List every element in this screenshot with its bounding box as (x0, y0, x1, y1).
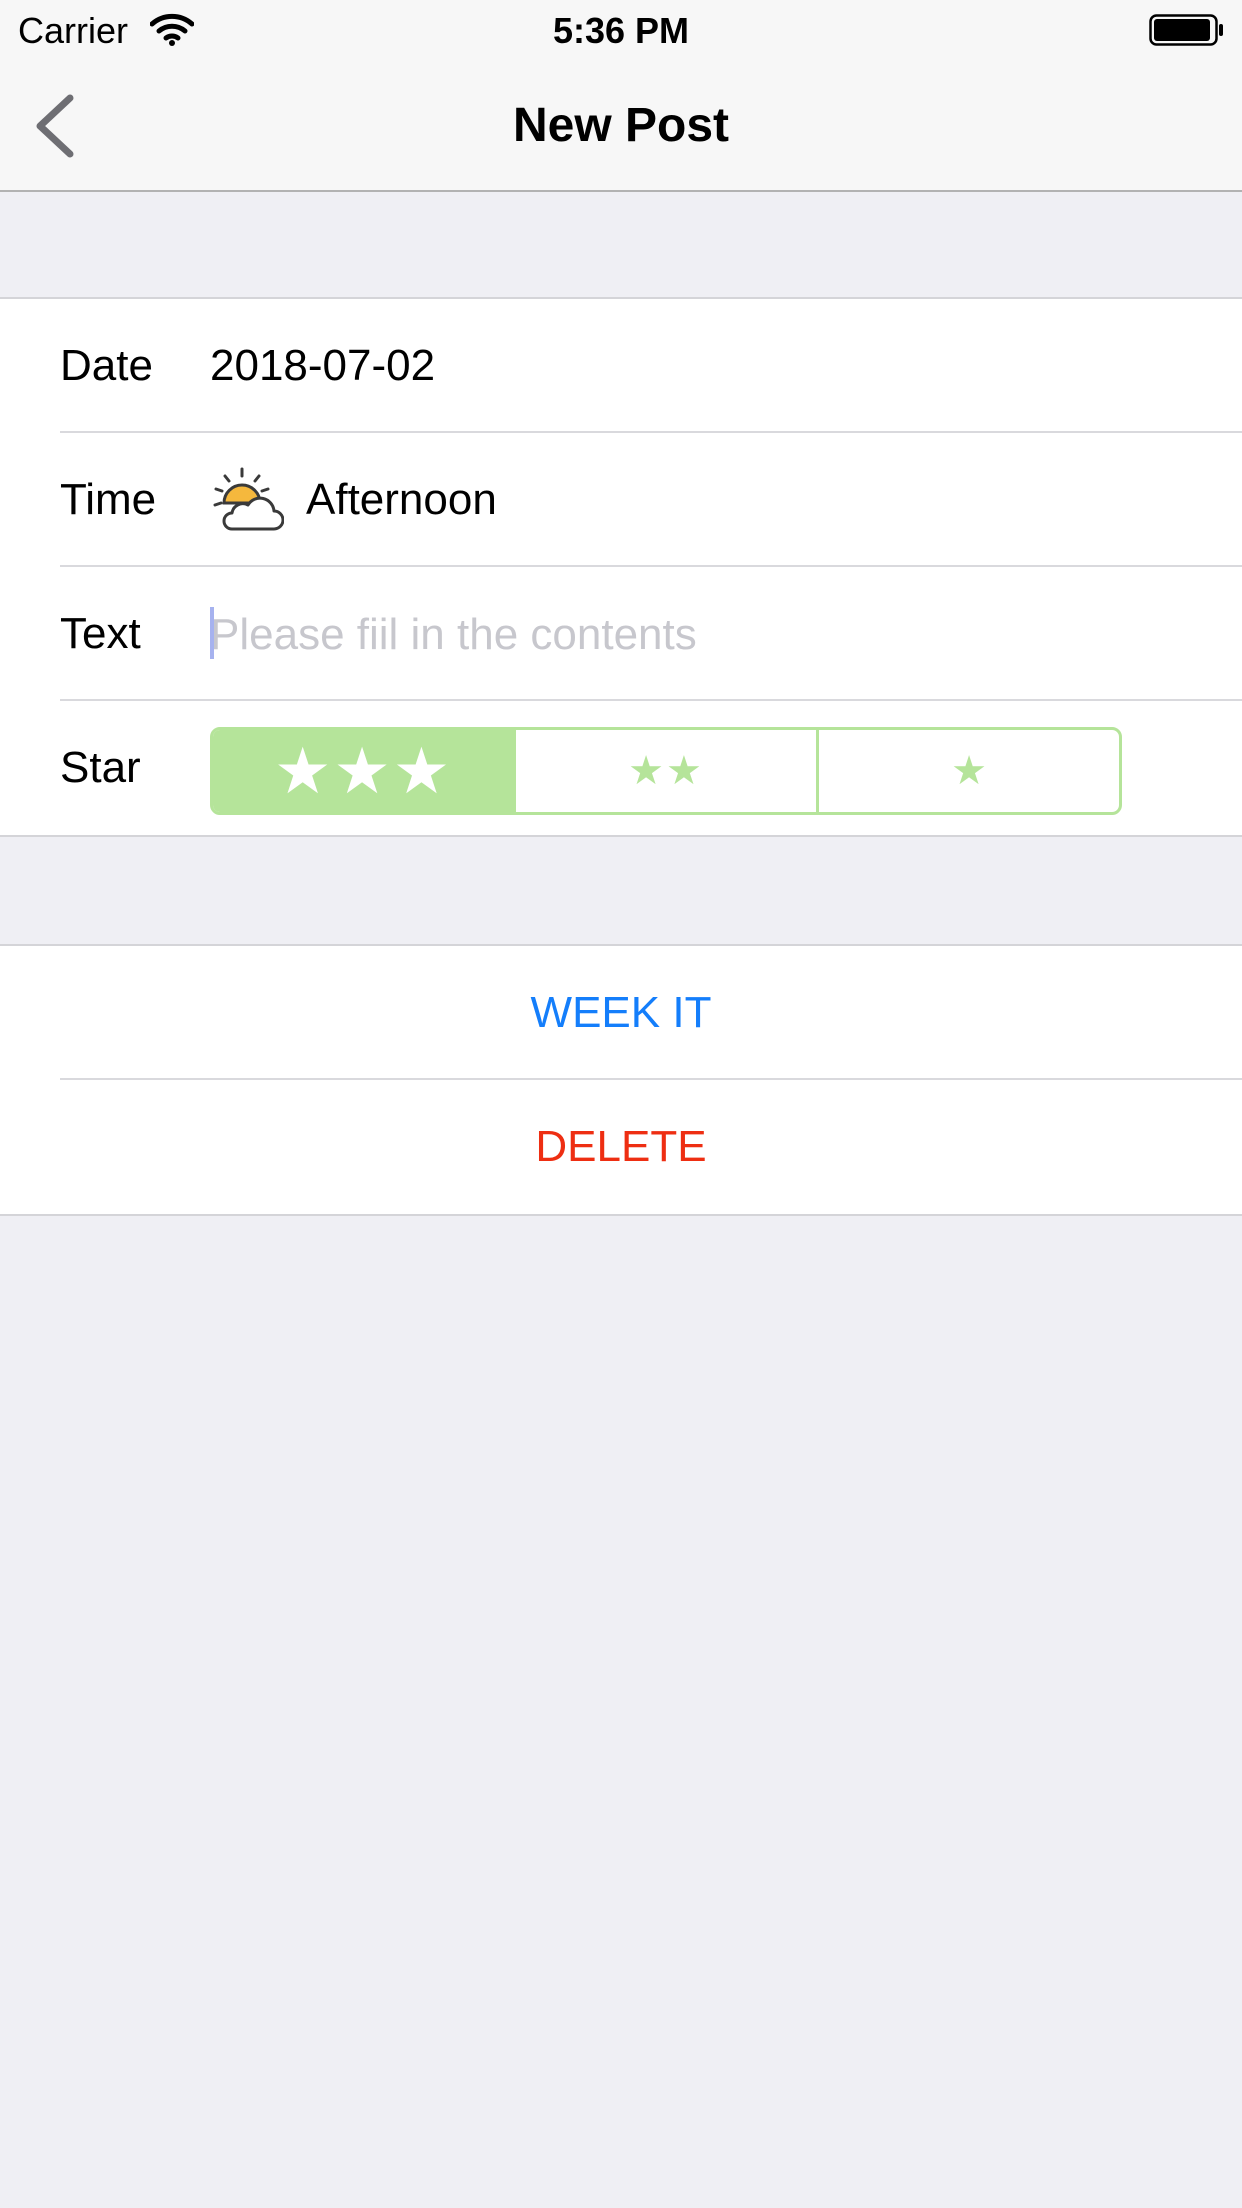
star-label: Star (60, 743, 141, 792)
status-bar: Carrier 5:36 PM (0, 0, 1242, 60)
date-row[interactable]: Date 2018-07-02 (0, 299, 1242, 433)
date-label: Date (60, 341, 153, 390)
actions-section: WEEK IT DELETE (0, 944, 1242, 1216)
time-row[interactable]: Time Afternoon (0, 433, 1242, 567)
contents-input[interactable] (210, 597, 1210, 673)
battery-icon (1149, 14, 1223, 46)
text-row: Text (0, 567, 1242, 701)
navigation-bar: New Post (0, 60, 1242, 192)
star-segment-three[interactable]: ★★★ (213, 730, 513, 812)
delete-label: DELETE (535, 1122, 707, 1171)
star-segment-two[interactable]: ★★ (513, 730, 816, 812)
text-label: Text (60, 609, 141, 658)
post-form: Date 2018-07-02 Time Afternoon Text Star (0, 297, 1242, 837)
week-it-label: WEEK IT (530, 988, 712, 1037)
time-value: Afternoon (306, 475, 497, 524)
sun-cloud-icon (213, 467, 284, 531)
status-time: 5:36 PM (552, 10, 690, 51)
date-value: 2018-07-02 (210, 341, 436, 390)
star-rating-control: ★★★ ★★ ★ (210, 727, 1122, 815)
page-title: New Post (512, 99, 730, 152)
delete-button[interactable]: DELETE (0, 1080, 1242, 1214)
time-label: Time (60, 475, 157, 524)
star-row: Star ★★★ ★★ ★ (0, 701, 1242, 835)
week-it-button[interactable]: WEEK IT (0, 946, 1242, 1080)
text-cursor (210, 607, 214, 659)
star-segment-one[interactable]: ★ (816, 730, 1119, 812)
